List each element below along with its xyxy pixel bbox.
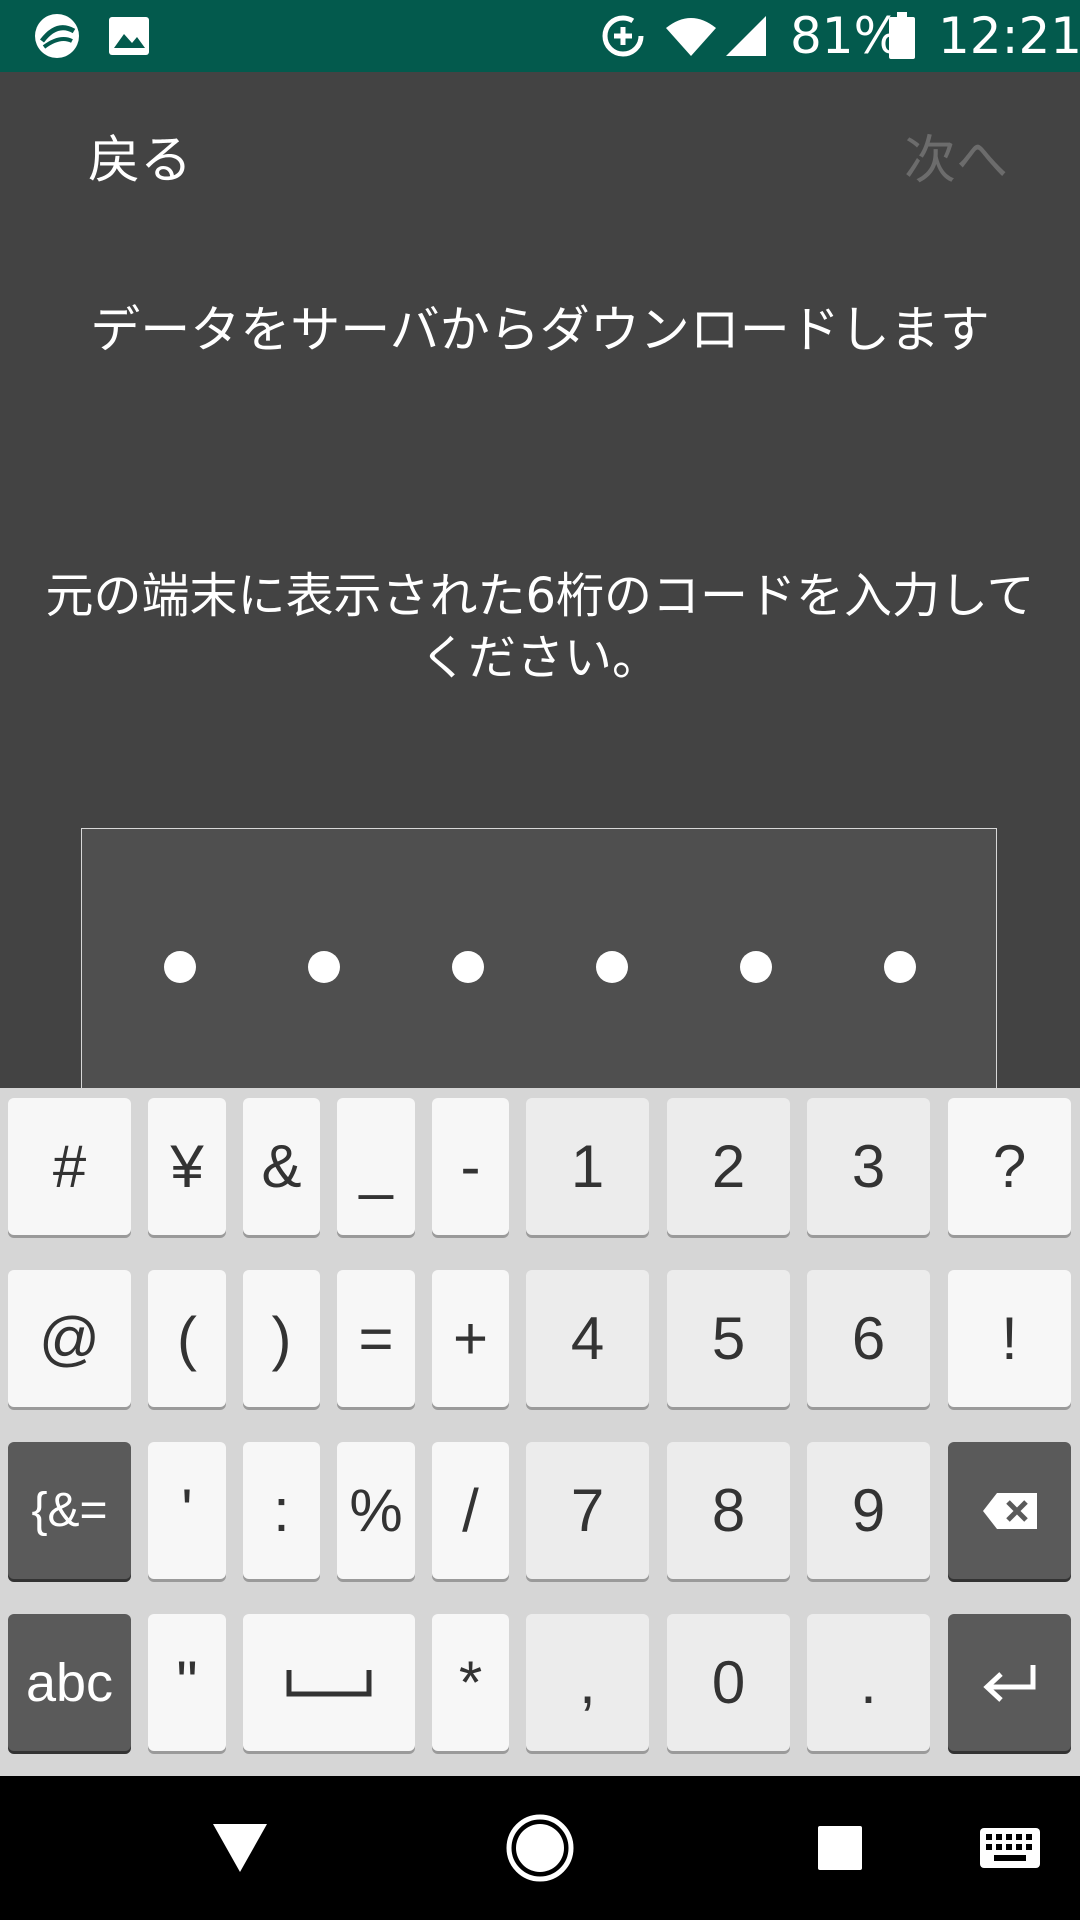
key-underscore[interactable]: _ [337, 1098, 415, 1235]
key-1[interactable]: 1 [526, 1098, 649, 1235]
key-8[interactable]: 8 [667, 1442, 790, 1579]
enter-icon [982, 1664, 1035, 1702]
key-2[interactable]: 2 [667, 1098, 790, 1235]
key-apostrophe[interactable]: ' [148, 1442, 226, 1579]
symbol-toggle-key[interactable]: {&= [8, 1442, 131, 1579]
clock: 12:21 [938, 7, 1080, 65]
back-triangle-icon[interactable] [190, 1776, 290, 1920]
keyboard: # ¥ & _ - 1 2 3 ? @ ( ) = + 4 5 6 ! {&= … [0, 1088, 1080, 1776]
key-3[interactable]: 3 [807, 1098, 930, 1235]
space-key[interactable] [243, 1614, 415, 1751]
key-ampersand[interactable]: & [243, 1098, 320, 1235]
key-double-quote[interactable]: " [148, 1614, 226, 1751]
key-5[interactable]: 5 [667, 1270, 790, 1407]
key-close-paren[interactable]: ) [243, 1270, 320, 1407]
key-percent[interactable]: % [337, 1442, 415, 1579]
enter-key[interactable] [948, 1614, 1071, 1751]
key-hyphen[interactable]: - [432, 1098, 509, 1235]
key-open-paren[interactable]: ( [148, 1270, 226, 1407]
key-comma[interactable]: , [526, 1614, 649, 1751]
key-at[interactable]: @ [8, 1270, 131, 1407]
home-circle-icon[interactable] [490, 1776, 590, 1920]
keyboard-icon[interactable] [960, 1776, 1060, 1920]
key-period[interactable]: . [807, 1614, 930, 1751]
instruction-text: 元の端末に表示された6桁のコードを入力してください。 [45, 568, 1035, 686]
backspace-icon [982, 1492, 1037, 1529]
key-slash[interactable]: / [432, 1442, 509, 1579]
key-yen[interactable]: ¥ [148, 1098, 226, 1235]
code-dot [452, 951, 484, 983]
key-4[interactable]: 4 [526, 1270, 649, 1407]
key-equals[interactable]: = [337, 1270, 415, 1407]
key-hash[interactable]: # [8, 1098, 131, 1235]
key-question[interactable]: ? [948, 1098, 1071, 1235]
key-7[interactable]: 7 [526, 1442, 649, 1579]
space-icon [286, 1669, 372, 1696]
battery-percent: 81% [790, 7, 902, 65]
status-bar: 81% 12:21 [0, 0, 1080, 72]
app-logo-icon [32, 0, 82, 72]
next-button[interactable]: 次へ [904, 118, 1008, 193]
key-asterisk[interactable]: * [432, 1614, 509, 1751]
navigation-bar [0, 1776, 1080, 1920]
data-saver-icon [600, 0, 646, 72]
backspace-key[interactable] [948, 1442, 1071, 1579]
key-colon[interactable]: : [243, 1442, 320, 1579]
key-0[interactable]: 0 [667, 1614, 790, 1751]
code-dot [740, 951, 772, 983]
page-title: データをサーバからダウンロードします [90, 301, 990, 359]
code-input[interactable] [81, 828, 997, 1128]
recents-square-icon[interactable] [790, 1776, 890, 1920]
code-dot [596, 951, 628, 983]
signal-icon [724, 0, 768, 72]
key-9[interactable]: 9 [807, 1442, 930, 1579]
abc-key[interactable]: abc [8, 1614, 131, 1751]
key-exclamation[interactable]: ! [948, 1270, 1071, 1407]
image-icon [108, 0, 150, 72]
code-dot [164, 951, 196, 983]
key-plus[interactable]: + [432, 1270, 509, 1407]
battery-icon [888, 0, 916, 72]
key-6[interactable]: 6 [807, 1270, 930, 1407]
back-button[interactable]: 戻る [88, 118, 192, 193]
code-dot [308, 951, 340, 983]
wifi-icon [664, 0, 718, 72]
code-dot [884, 951, 916, 983]
